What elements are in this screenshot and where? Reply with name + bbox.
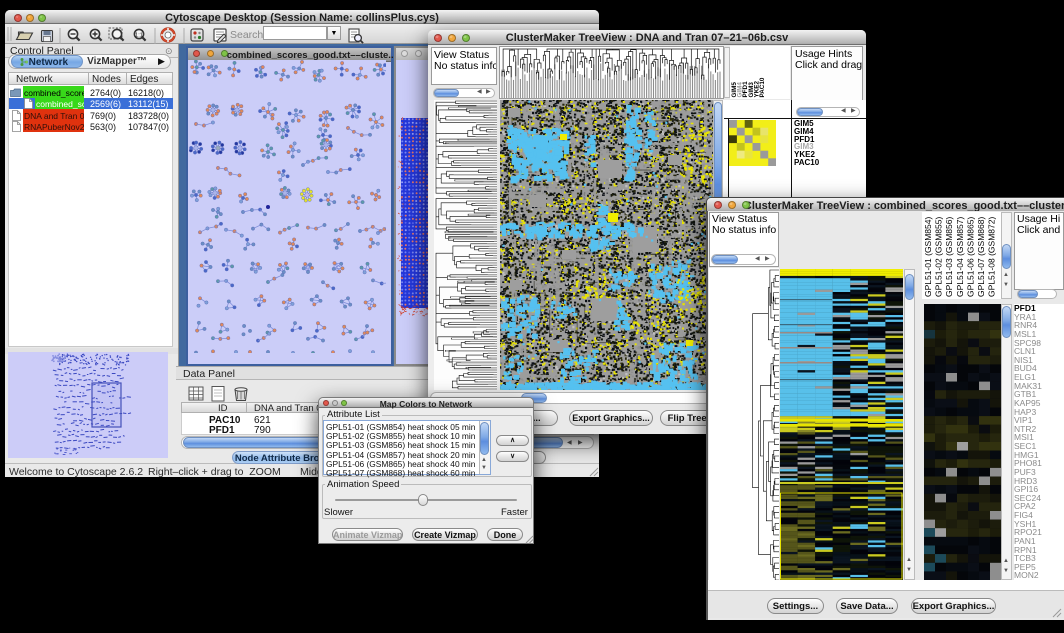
svg-text:GPL51-01 (GSM854): GPL51-01 (GSM854)	[923, 217, 933, 297]
svg-text:GPL51-02 (GSM855): GPL51-02 (GSM855)	[934, 217, 944, 297]
svg-text:GPL51-06 (GSM865): GPL51-06 (GSM865)	[965, 217, 975, 297]
svg-text:GPL51-08 (GSM872): GPL51-08 (GSM872)	[987, 217, 997, 297]
svg-text:GPL51-03 (GSM856): GPL51-03 (GSM856)	[944, 217, 954, 297]
svg-text:1:1: 1:1	[135, 33, 143, 39]
svg-text:GPL51-07 (GSM868): GPL51-07 (GSM868)	[976, 217, 986, 297]
svg-text:GPL51-04 (GSM857): GPL51-04 (GSM857)	[955, 217, 965, 297]
